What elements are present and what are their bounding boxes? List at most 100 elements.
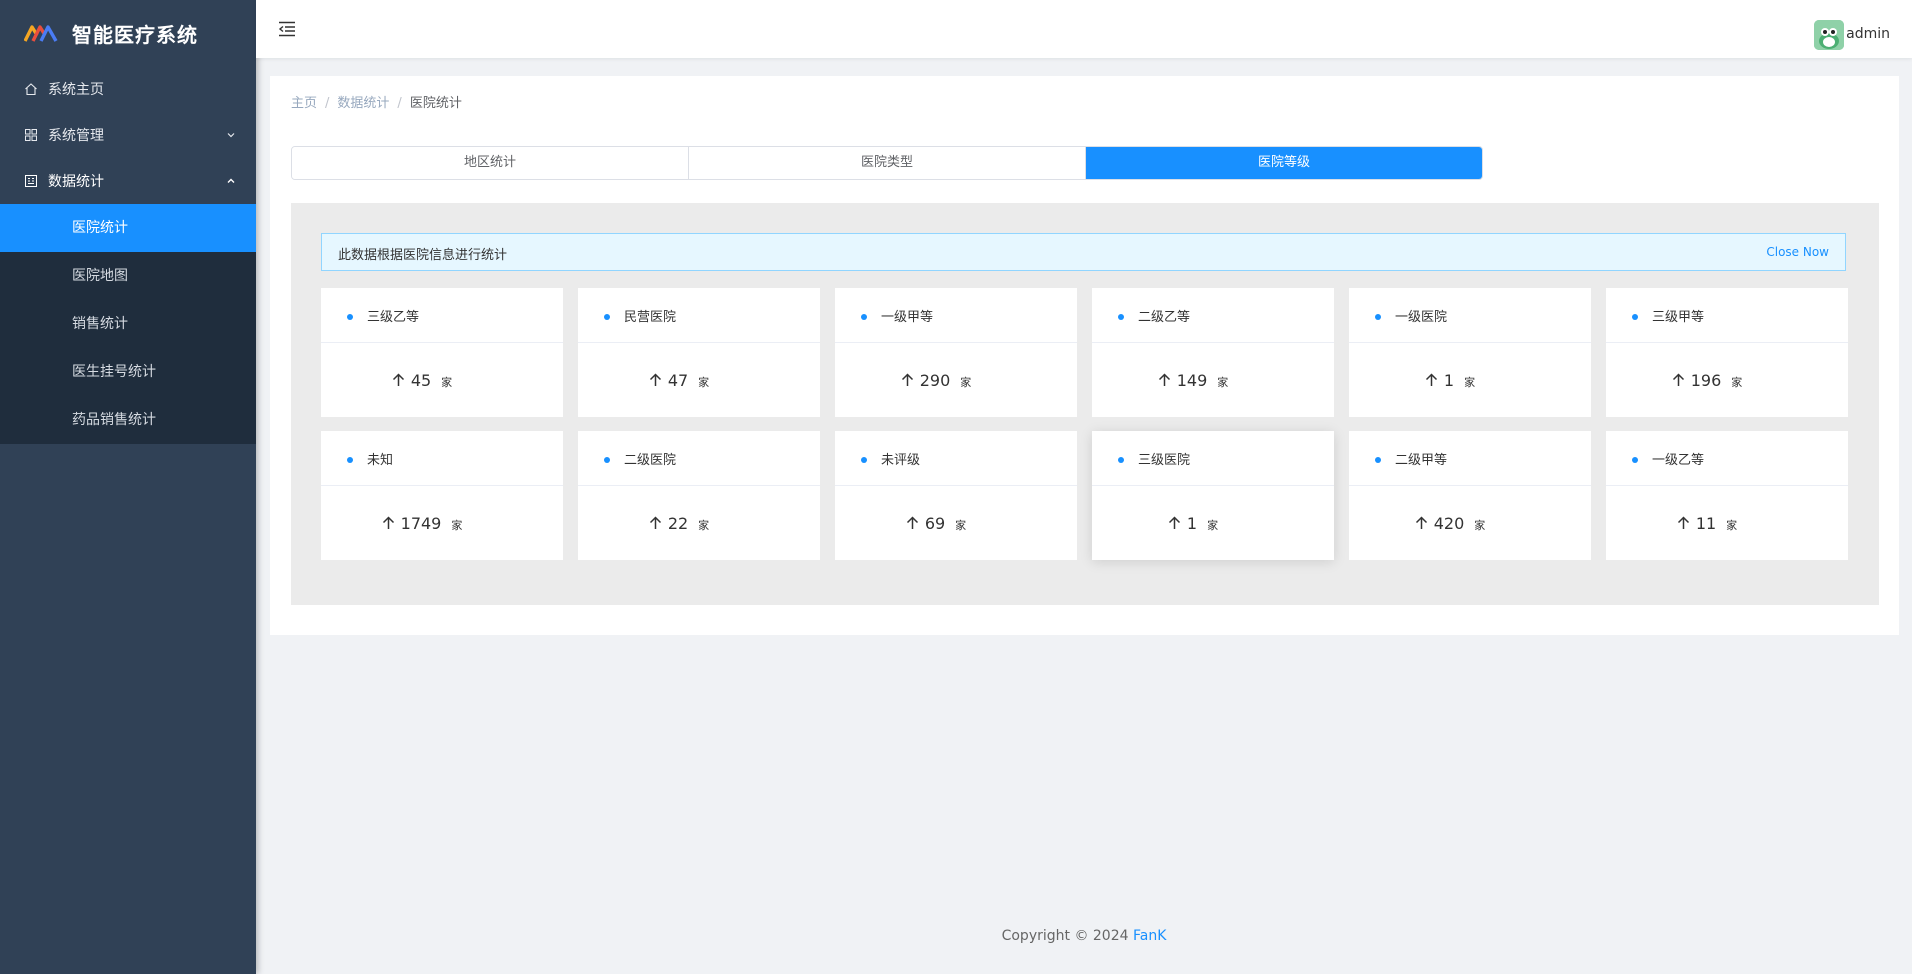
dot-icon — [1118, 314, 1124, 320]
alert-close-button[interactable]: Close Now — [1766, 245, 1829, 259]
sidebar-item-hospital-map[interactable]: 医院地图 — [0, 252, 256, 300]
dot-icon — [1375, 457, 1381, 463]
menu-fold-icon[interactable] — [278, 20, 296, 38]
card-value: 149 — [1176, 370, 1208, 390]
dot-icon — [1375, 314, 1381, 320]
card-unit: 家 — [451, 519, 463, 532]
tab-hospital-type[interactable]: 医院类型 — [689, 147, 1086, 179]
stat-card[interactable]: 未评级 69 家 — [835, 431, 1077, 560]
arrow-up-icon — [1677, 516, 1689, 529]
breadcrumb-stats[interactable]: 数据统计 — [337, 96, 389, 111]
stats-submenu: 医院统计 医院地图 销售统计 医生挂号统计 药品销售统计 — [0, 204, 256, 444]
stat-card[interactable]: 二级乙等 149 家 — [1092, 288, 1334, 417]
stat-card[interactable]: 未知 1749 家 — [321, 431, 563, 560]
card-value: 420 — [1433, 513, 1465, 533]
chevron-up-icon — [227, 178, 235, 183]
stat-card[interactable]: 一级乙等 11 家 — [1606, 431, 1848, 560]
sidebar-item-home[interactable]: 系统主页 — [0, 66, 256, 112]
card-title: 民营医院 — [624, 309, 677, 325]
sidebar-item-stats[interactable]: 数据统计 — [0, 158, 256, 204]
sidebar-item-label: 系统主页 — [48, 82, 104, 98]
sidebar-item-label: 数据统计 — [48, 174, 104, 190]
card-title: 一级甲等 — [881, 309, 934, 325]
chevron-down-icon — [227, 133, 235, 138]
stat-card[interactable]: 二级甲等 420 家 — [1349, 431, 1591, 560]
stat-card[interactable]: 三级医院 1 家 — [1092, 431, 1334, 560]
username[interactable]: admin — [1846, 26, 1890, 42]
card-title: 二级乙等 — [1138, 309, 1191, 325]
breadcrumb-current: 医院统计 — [409, 96, 462, 111]
author-link[interactable]: FanK — [1133, 928, 1166, 944]
arrow-up-icon — [392, 373, 404, 386]
stat-card[interactable]: 民营医院 47 家 — [578, 288, 820, 417]
sidebar-item-drug-sales-stats[interactable]: 药品销售统计 — [0, 396, 256, 444]
breadcrumb: 主页 / 数据统计 / 医院统计 — [291, 96, 462, 111]
card-value: 22 — [667, 513, 689, 533]
stat-card[interactable]: 一级甲等 290 家 — [835, 288, 1077, 417]
arrow-up-icon — [1425, 373, 1437, 386]
sidebar-item-label: 系统管理 — [48, 128, 104, 144]
card-value: 45 — [410, 370, 432, 390]
logo[interactable]: 智能医疗系统 — [0, 0, 256, 66]
avatar[interactable] — [1814, 20, 1844, 50]
card-value: 1 — [1186, 513, 1198, 533]
card-value: 11 — [1695, 513, 1717, 533]
card-unit: 家 — [698, 376, 710, 389]
card-unit: 家 — [1726, 519, 1738, 532]
card-title: 一级医院 — [1395, 309, 1448, 325]
arrow-up-icon — [901, 373, 913, 386]
avatar-image — [1814, 20, 1844, 50]
dot-icon — [861, 457, 867, 463]
sidebar-item-sales-stats[interactable]: 销售统计 — [0, 300, 256, 348]
dot-icon — [1632, 457, 1638, 463]
card-value: 1 — [1443, 370, 1455, 390]
arrow-up-icon — [649, 373, 661, 386]
card-title: 二级医院 — [624, 452, 677, 468]
info-alert: 此数据根据医院信息进行统计 Close Now — [321, 233, 1846, 271]
card-value: 1749 — [400, 513, 442, 533]
dot-icon — [861, 314, 867, 320]
stat-card[interactable]: 一级医院 1 家 — [1349, 288, 1591, 417]
card-title: 三级乙等 — [367, 309, 420, 325]
card-unit: 家 — [955, 519, 967, 532]
sidebar: 智能医疗系统 系统主页 系统管理 数据统计 医院统计 医院地图 销售统计 医生挂… — [0, 0, 256, 974]
sidebar-item-registration-stats[interactable]: 医生挂号统计 — [0, 348, 256, 396]
card-value: 196 — [1690, 370, 1722, 390]
arrow-up-icon — [1415, 516, 1427, 529]
stat-card[interactable]: 三级甲等 196 家 — [1606, 288, 1848, 417]
card-unit: 家 — [1207, 519, 1219, 532]
dot-icon — [1632, 314, 1638, 320]
card-unit: 家 — [1464, 376, 1476, 389]
card-unit: 家 — [698, 519, 710, 532]
stats-tabs: 地区统计 医院类型 医院等级 — [291, 146, 1483, 180]
stat-card[interactable]: 二级医院 22 家 — [578, 431, 820, 560]
card-unit: 家 — [441, 376, 453, 389]
stats-icon — [24, 174, 38, 188]
arrow-up-icon — [1672, 373, 1684, 386]
dot-icon — [347, 457, 353, 463]
tab-hospital-level[interactable]: 医院等级 — [1086, 147, 1482, 179]
sidebar-item-system[interactable]: 系统管理 — [0, 112, 256, 158]
arrow-up-icon — [1168, 516, 1180, 529]
card-title: 二级甲等 — [1395, 452, 1448, 468]
card-value: 290 — [919, 370, 951, 390]
card-unit: 家 — [1474, 519, 1486, 532]
top-header: admin — [256, 0, 1912, 58]
logo-icon — [24, 25, 58, 42]
stat-card-grid: 三级乙等 45 家 民营医院 47 家 一级甲等 290 家 二级乙等 149 家 一级医院 1 家… — [321, 288, 1849, 560]
card-title: 未评级 — [881, 452, 921, 468]
card-unit: 家 — [1217, 376, 1229, 389]
sidebar-item-hospital-stats[interactable]: 医院统计 — [0, 204, 256, 252]
copyright-text: Copyright © 2024 — [1001, 928, 1129, 944]
stat-card[interactable]: 三级乙等 45 家 — [321, 288, 563, 417]
dot-icon — [604, 314, 610, 320]
card-title: 未知 — [367, 452, 394, 468]
card-unit: 家 — [1731, 376, 1743, 389]
card-value: 47 — [667, 370, 689, 390]
tab-region[interactable]: 地区统计 — [292, 147, 689, 179]
dot-icon — [604, 457, 610, 463]
breadcrumb-home[interactable]: 主页 — [291, 96, 317, 111]
grid-icon — [24, 128, 38, 142]
footer: Copyright © 2024 FanK — [256, 928, 1912, 944]
dot-icon — [347, 314, 353, 320]
